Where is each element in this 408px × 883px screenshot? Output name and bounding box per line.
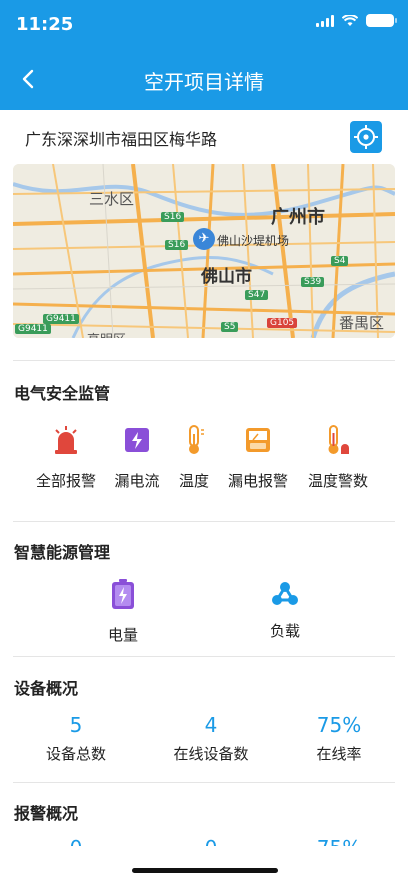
stat-online-rate: 75% 在线率 bbox=[284, 713, 394, 764]
section-title-devices: 设备概况 bbox=[14, 679, 79, 698]
road-tag: G9411 bbox=[15, 324, 51, 334]
status-time: 11:25 bbox=[16, 14, 74, 35]
road-tag: G9411 bbox=[43, 314, 79, 324]
crosshair-icon bbox=[354, 125, 378, 149]
stat-label: 在线率 bbox=[316, 745, 362, 763]
section-title-alarms: 报警概况 bbox=[14, 804, 79, 823]
road-tag: G105 bbox=[267, 318, 298, 328]
thermometer-icon bbox=[189, 425, 204, 454]
divider bbox=[13, 656, 395, 657]
stat-label: 在线设备数 bbox=[173, 745, 249, 763]
cellular-signal-icon bbox=[316, 14, 334, 27]
stat-total-devices: 5 设备总数 bbox=[21, 713, 131, 764]
stat-online-devices: 4 在线设备数 bbox=[156, 713, 266, 764]
alarm-siren-icon bbox=[55, 426, 77, 454]
road-tag: S16 bbox=[161, 212, 185, 222]
map-label-panyu: 番禺区 bbox=[339, 314, 385, 332]
road-tag: S5 bbox=[221, 322, 239, 332]
home-indicator bbox=[132, 868, 278, 873]
leakage-alarm-label: 漏电报警 bbox=[227, 472, 288, 490]
stat-value: 0 bbox=[21, 836, 131, 846]
battery-charge-icon bbox=[112, 579, 134, 609]
temperature-alarm-label: 温度警数 bbox=[307, 472, 368, 490]
leakage-alarm-icon bbox=[246, 428, 270, 452]
map-label-airport: 佛山沙堤机场 bbox=[217, 234, 290, 248]
temperature-alarm-button[interactable]: 温度警数 bbox=[306, 424, 370, 491]
stat-value: 5 bbox=[69, 713, 83, 737]
airplane-icon: ✈ bbox=[193, 228, 215, 250]
leakage-current-label: 漏电流 bbox=[114, 472, 160, 490]
section-title-electrical: 电气安全监管 bbox=[14, 384, 111, 403]
all-alarms-label: 全部报警 bbox=[35, 472, 96, 490]
road-tag: S4 bbox=[331, 256, 349, 266]
status-icons bbox=[316, 14, 397, 27]
stat-value: 75% bbox=[316, 713, 362, 737]
stat-label: 设备总数 bbox=[45, 745, 106, 763]
map-roads bbox=[13, 164, 395, 338]
locate-button[interactable] bbox=[350, 121, 382, 153]
road-tag: S47 bbox=[245, 290, 269, 300]
map-label-foshan: 佛山市 bbox=[201, 267, 252, 287]
map-view[interactable]: 三水区 广州市 ✈ 佛山沙堤机场 佛山市 番禺区 高明区 S16 S16 S4 … bbox=[13, 164, 395, 338]
electricity-label: 电量 bbox=[107, 626, 138, 644]
wifi-icon bbox=[342, 14, 358, 26]
stat-value: 75% bbox=[284, 836, 394, 846]
road-tag: S16 bbox=[165, 240, 189, 250]
divider bbox=[13, 521, 395, 522]
address-text: 广东深深圳市福田区梅华路 bbox=[25, 130, 218, 149]
status-bar: 11:25 bbox=[0, 0, 408, 50]
road-tag: S39 bbox=[301, 277, 325, 287]
leakage-current-icon bbox=[125, 428, 149, 452]
stat-value: 4 bbox=[204, 713, 218, 737]
leakage-current-button[interactable]: 漏电流 bbox=[110, 424, 164, 491]
alarm-stat: 75% bbox=[284, 836, 394, 846]
page-title: 空开项目详情 bbox=[144, 70, 264, 94]
temperature-label: 温度 bbox=[178, 472, 209, 490]
temperature-alarm-icon bbox=[328, 425, 349, 454]
divider bbox=[13, 360, 395, 361]
address-row: 广东深深圳市福田区梅华路 bbox=[0, 110, 408, 164]
section-title-energy: 智慧能源管理 bbox=[14, 543, 111, 562]
alarm-stat: 0 bbox=[21, 836, 131, 846]
all-alarms-button[interactable]: 全部报警 bbox=[34, 424, 98, 491]
map-label-sanshui: 三水区 bbox=[89, 190, 135, 208]
temperature-button[interactable]: 温度 bbox=[174, 424, 214, 491]
divider bbox=[13, 782, 395, 783]
electricity-button[interactable]: 电量 bbox=[100, 578, 146, 645]
stat-value: 0 bbox=[156, 836, 266, 846]
load-label: 负载 bbox=[269, 622, 300, 640]
map-label-guangzhou: 广州市 bbox=[271, 207, 325, 228]
alarm-stats-row: 0 0 75% bbox=[0, 836, 408, 846]
battery-icon bbox=[366, 14, 397, 27]
load-button[interactable]: 负载 bbox=[262, 578, 308, 641]
nav-bar: 空开项目详情 bbox=[0, 58, 408, 100]
leakage-alarm-button[interactable]: 漏电报警 bbox=[226, 424, 290, 491]
map-label-gaoming: 高明区 bbox=[87, 329, 126, 338]
app-header: 11:25 空开项目详情 bbox=[0, 0, 408, 110]
alarm-stat: 0 bbox=[156, 836, 266, 846]
load-network-icon bbox=[272, 582, 298, 605]
